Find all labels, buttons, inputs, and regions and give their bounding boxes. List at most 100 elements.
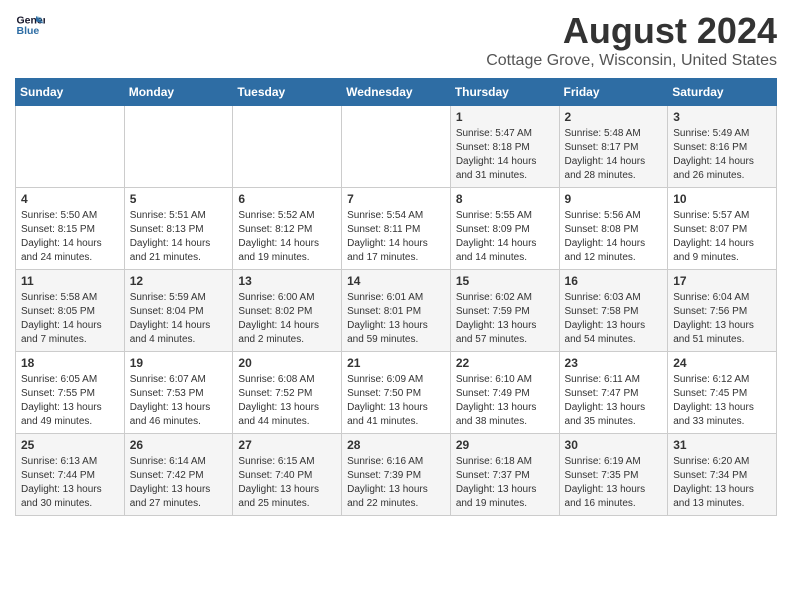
day-info: Sunrise: 5:50 AMSunset: 8:15 PMDaylight:… [21,209,119,265]
calendar-week-row: 18 Sunrise: 6:05 AMSunset: 7:55 PMDayligh… [16,352,777,434]
day-info: Sunrise: 6:08 AMSunset: 7:52 PMDaylight:… [238,373,336,429]
calendar-cell: 26 Sunrise: 6:14 AMSunset: 7:42 PMDayligh… [124,434,233,516]
calendar-cell: 16 Sunrise: 6:03 AMSunset: 7:58 PMDayligh… [559,270,668,352]
day-number: 19 [130,356,228,370]
day-number: 18 [21,356,119,370]
day-info: Sunrise: 5:48 AMSunset: 8:17 PMDaylight:… [565,127,663,183]
day-info: Sunrise: 6:19 AMSunset: 7:35 PMDaylight:… [565,455,663,511]
day-number: 23 [565,356,663,370]
day-number: 31 [673,438,771,452]
day-number: 1 [456,110,554,124]
day-number: 25 [21,438,119,452]
day-number: 17 [673,274,771,288]
header-sunday: Sunday [16,79,125,106]
calendar-cell [124,106,233,188]
header-thursday: Thursday [450,79,559,106]
day-info: Sunrise: 6:00 AMSunset: 8:02 PMDaylight:… [238,291,336,347]
calendar-cell: 15 Sunrise: 6:02 AMSunset: 7:59 PMDayligh… [450,270,559,352]
calendar-week-row: 11 Sunrise: 5:58 AMSunset: 8:05 PMDayligh… [16,270,777,352]
calendar-cell [16,106,125,188]
day-number: 30 [565,438,663,452]
day-number: 12 [130,274,228,288]
calendar-cell: 6 Sunrise: 5:52 AMSunset: 8:12 PMDaylight… [233,188,342,270]
logo: General Blue [15,10,45,40]
day-info: Sunrise: 6:03 AMSunset: 7:58 PMDaylight:… [565,291,663,347]
calendar-cell: 27Sunrise: 6:15 AMSunset: 7:40 PMDayligh… [233,434,342,516]
day-number: 10 [673,192,771,206]
page-title: August 2024 [486,10,777,52]
calendar-cell: 8 Sunrise: 5:55 AMSunset: 8:09 PMDaylight… [450,188,559,270]
header-wednesday: Wednesday [342,79,451,106]
day-info: Sunrise: 6:01 AMSunset: 8:01 PMDaylight:… [347,291,445,347]
calendar-cell: 22Sunrise: 6:10 AMSunset: 7:49 PMDayligh… [450,352,559,434]
day-info: Sunrise: 5:56 AMSunset: 8:08 PMDaylight:… [565,209,663,265]
day-number: 26 [130,438,228,452]
svg-text:Blue: Blue [17,25,40,37]
day-info: Sunrise: 6:20 AMSunset: 7:34 PMDaylight:… [673,455,771,511]
calendar-cell [233,106,342,188]
calendar-cell: 3Sunrise: 5:49 AMSunset: 8:16 PMDaylight… [668,106,777,188]
day-info: Sunrise: 6:11 AMSunset: 7:47 PMDaylight:… [565,373,663,429]
calendar-cell: 19 Sunrise: 6:07 AMSunset: 7:53 PMDayligh… [124,352,233,434]
header-saturday: Saturday [668,79,777,106]
calendar-cell: 17Sunrise: 6:04 AMSunset: 7:56 PMDayligh… [668,270,777,352]
calendar-cell [342,106,451,188]
calendar-cell: 2 Sunrise: 5:48 AMSunset: 8:17 PMDaylight… [559,106,668,188]
calendar-cell: 25 Sunrise: 6:13 AMSunset: 7:44 PMDayligh… [16,434,125,516]
day-info: Sunrise: 6:02 AMSunset: 7:59 PMDaylight:… [456,291,554,347]
calendar-cell: 20 Sunrise: 6:08 AMSunset: 7:52 PMDayligh… [233,352,342,434]
day-number: 15 [456,274,554,288]
header-tuesday: Tuesday [233,79,342,106]
calendar-cell: 1 Sunrise: 5:47 AMSunset: 8:18 PMDaylight… [450,106,559,188]
day-number: 4 [21,192,119,206]
day-number: 21 [347,356,445,370]
calendar-cell: 28Sunrise: 6:16 AMSunset: 7:39 PMDayligh… [342,434,451,516]
day-number: 20 [238,356,336,370]
day-number: 11 [21,274,119,288]
day-number: 6 [238,192,336,206]
calendar-cell: 7Sunrise: 5:54 AMSunset: 8:11 PMDaylight… [342,188,451,270]
day-number: 8 [456,192,554,206]
logo-icon: General Blue [15,10,45,40]
calendar-cell: 10 Sunrise: 5:57 AMSunset: 8:07 PMDayligh… [668,188,777,270]
day-number: 14 [347,274,445,288]
day-info: Sunrise: 6:14 AMSunset: 7:42 PMDaylight:… [130,455,228,511]
day-info: Sunrise: 6:13 AMSunset: 7:44 PMDaylight:… [21,455,119,511]
day-number: 5 [130,192,228,206]
header-monday: Monday [124,79,233,106]
day-info: Sunrise: 6:16 AMSunset: 7:39 PMDaylight:… [347,455,445,511]
page-subtitle: Cottage Grove, Wisconsin, United States [486,52,777,70]
day-info: Sunrise: 5:52 AMSunset: 8:12 PMDaylight:… [238,209,336,265]
day-number: 13 [238,274,336,288]
day-info: Sunrise: 5:49 AMSunset: 8:16 PMDaylight:… [673,127,771,183]
calendar-week-row: 1 Sunrise: 5:47 AMSunset: 8:18 PMDaylight… [16,106,777,188]
header-friday: Friday [559,79,668,106]
day-info: Sunrise: 6:18 AMSunset: 7:37 PMDaylight:… [456,455,554,511]
calendar-week-row: 4 Sunrise: 5:50 AMSunset: 8:15 PMDaylight… [16,188,777,270]
day-info: Sunrise: 6:05 AMSunset: 7:55 PMDaylight:… [21,373,119,429]
day-info: Sunrise: 6:07 AMSunset: 7:53 PMDaylight:… [130,373,228,429]
day-info: Sunrise: 5:47 AMSunset: 8:18 PMDaylight:… [456,127,554,183]
calendar-cell: 9 Sunrise: 5:56 AMSunset: 8:08 PMDaylight… [559,188,668,270]
calendar-cell: 30 Sunrise: 6:19 AMSunset: 7:35 PMDayligh… [559,434,668,516]
day-number: 9 [565,192,663,206]
day-info: Sunrise: 5:55 AMSunset: 8:09 PMDaylight:… [456,209,554,265]
day-info: Sunrise: 6:15 AMSunset: 7:40 PMDaylight:… [238,455,336,511]
day-number: 29 [456,438,554,452]
day-info: Sunrise: 5:57 AMSunset: 8:07 PMDaylight:… [673,209,771,265]
title-area: August 2024 Cottage Grove, Wisconsin, Un… [486,10,777,70]
day-number: 24 [673,356,771,370]
day-info: Sunrise: 5:58 AMSunset: 8:05 PMDaylight:… [21,291,119,347]
calendar-cell: 5 Sunrise: 5:51 AMSunset: 8:13 PMDaylight… [124,188,233,270]
day-info: Sunrise: 5:51 AMSunset: 8:13 PMDaylight:… [130,209,228,265]
calendar-cell: 21Sunrise: 6:09 AMSunset: 7:50 PMDayligh… [342,352,451,434]
calendar-header-row: SundayMondayTuesdayWednesdayThursdayFrid… [16,79,777,106]
calendar-table: SundayMondayTuesdayWednesdayThursdayFrid… [15,78,777,516]
calendar-cell: 31 Sunrise: 6:20 AMSunset: 7:34 PMDayligh… [668,434,777,516]
day-number: 2 [565,110,663,124]
day-info: Sunrise: 5:59 AMSunset: 8:04 PMDaylight:… [130,291,228,347]
day-number: 22 [456,356,554,370]
calendar-cell: 24Sunrise: 6:12 AMSunset: 7:45 PMDayligh… [668,352,777,434]
calendar-cell: 14 Sunrise: 6:01 AMSunset: 8:01 PMDayligh… [342,270,451,352]
day-number: 16 [565,274,663,288]
